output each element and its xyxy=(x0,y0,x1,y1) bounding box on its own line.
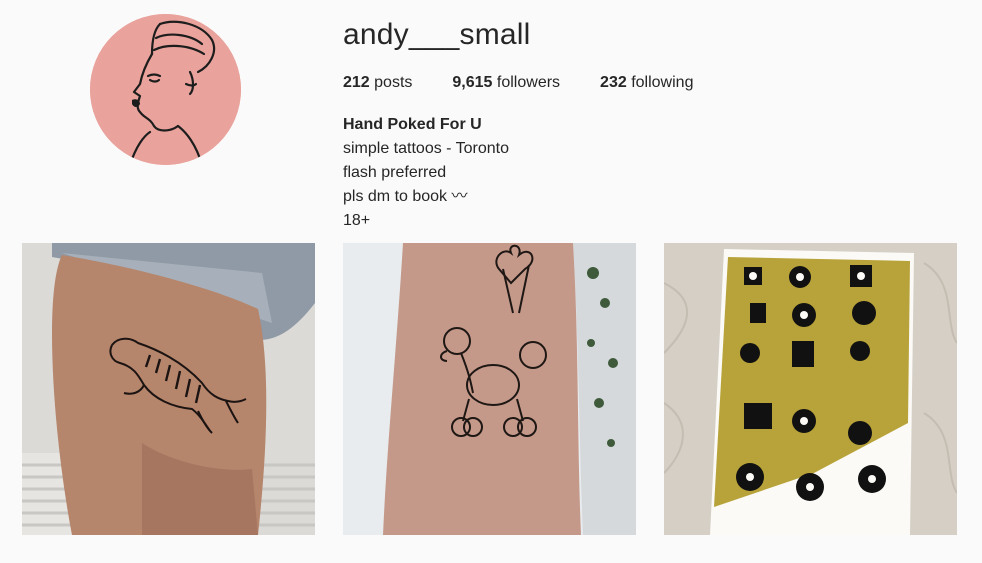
bio-line: flash preferred xyxy=(343,164,447,181)
tiger-tattoo-image xyxy=(22,243,315,535)
following-count: 232 xyxy=(600,74,627,91)
avatar-line-art-face xyxy=(90,14,241,165)
profile-avatar[interactable] xyxy=(90,14,241,165)
followers-label: followers xyxy=(496,74,561,91)
flash-sheet-image xyxy=(664,243,957,535)
post-thumbnail-tiger-tattoo[interactable] xyxy=(22,243,315,535)
stat-following[interactable]: 232 following xyxy=(600,72,693,94)
posts-label: posts xyxy=(374,74,413,91)
stat-followers[interactable]: 9,615 followers xyxy=(452,72,560,94)
stat-posts[interactable]: 212 posts xyxy=(343,72,412,94)
bio-line: 18+ xyxy=(343,212,371,229)
bio-line: pls dm to book 〰 xyxy=(343,188,468,205)
bio-line: simple tattoos - Toronto xyxy=(343,140,510,157)
profile-bio: Hand Poked For U simple tattoos - Toront… xyxy=(343,113,509,233)
poodle-tattoo-image xyxy=(343,243,636,535)
post-thumbnail-flash-sheet[interactable] xyxy=(664,243,957,535)
profile-full-name: Hand Poked For U xyxy=(343,116,482,133)
posts-count: 212 xyxy=(343,74,370,91)
following-label: following xyxy=(631,74,694,91)
profile-username: andy___small xyxy=(343,18,531,51)
followers-count: 9,615 xyxy=(452,74,493,91)
post-thumbnail-poodle-tattoo[interactable] xyxy=(343,243,636,535)
profile-stats: 212 posts 9,615 followers 232 following xyxy=(343,72,733,94)
